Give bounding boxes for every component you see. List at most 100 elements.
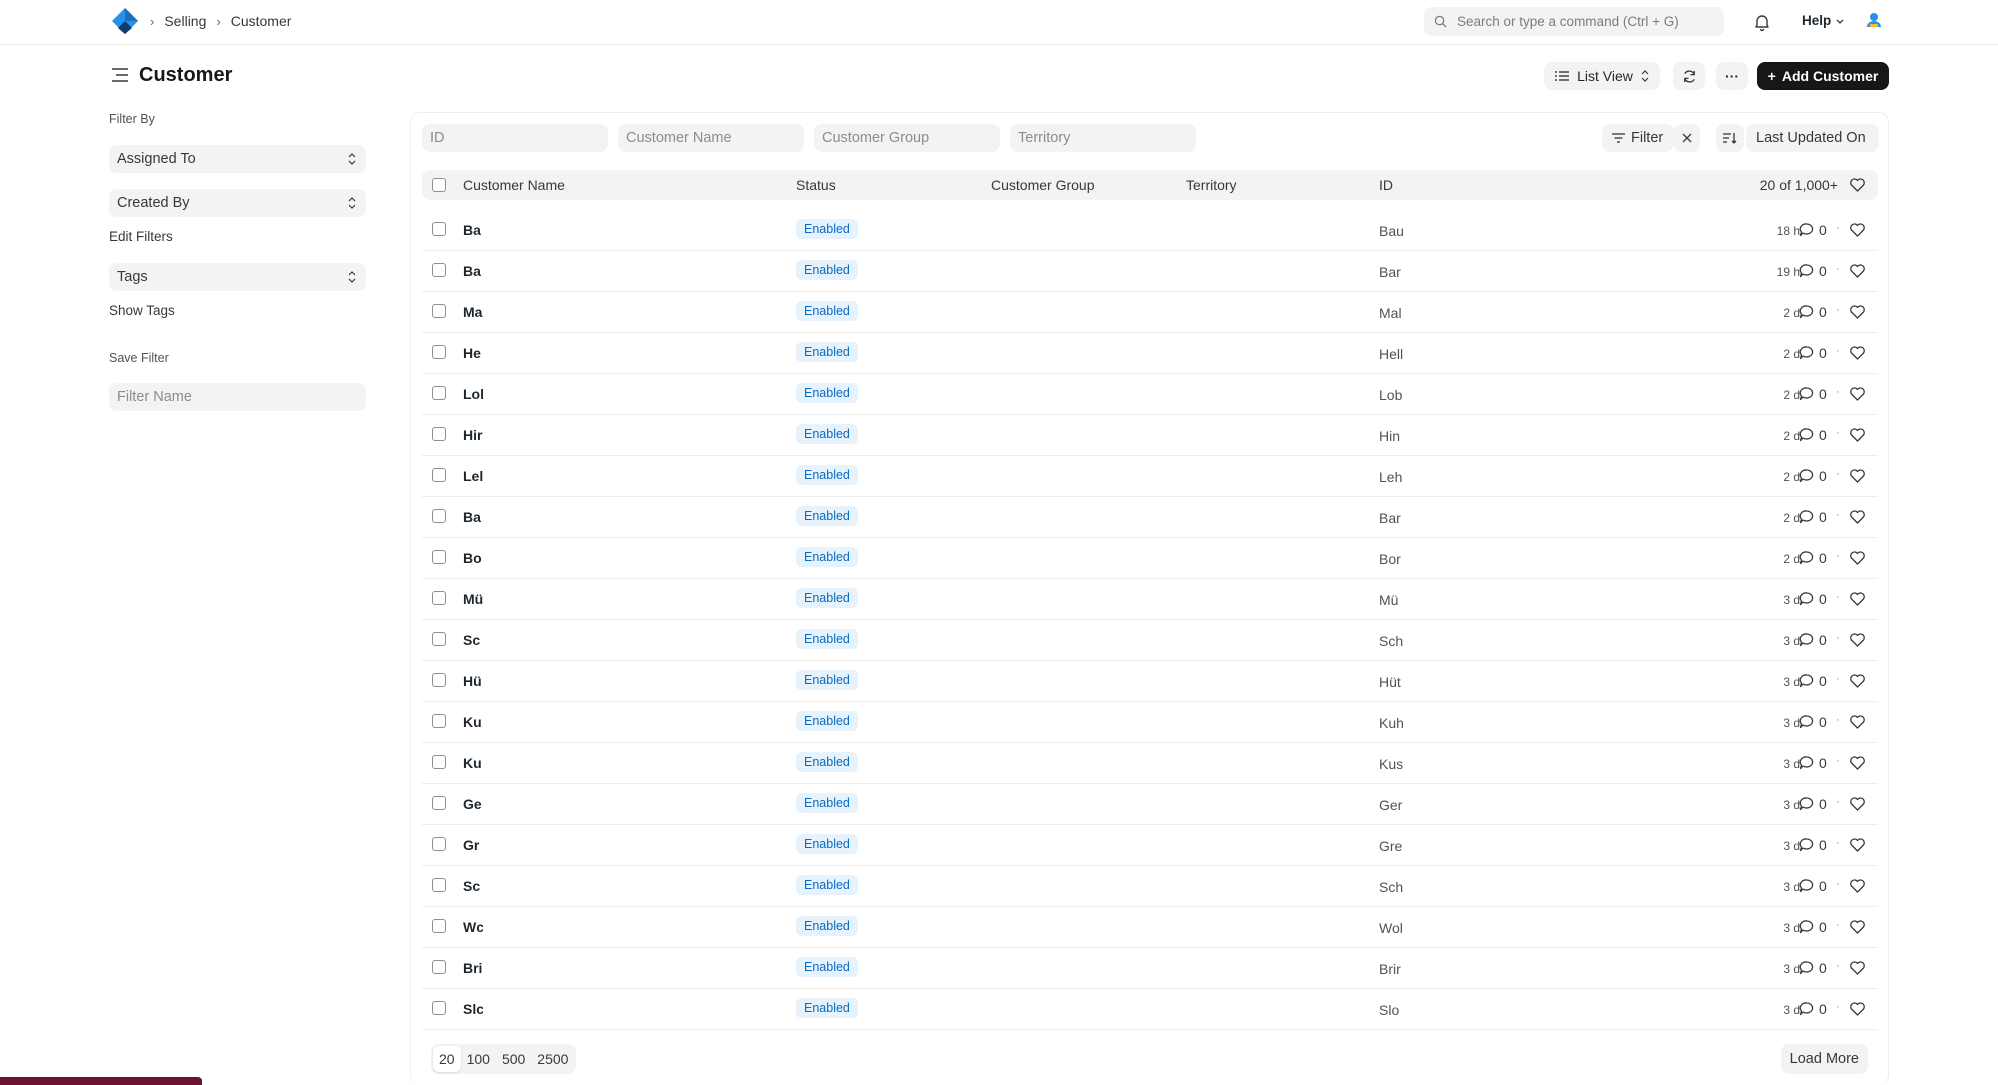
heart-icon[interactable] <box>1849 755 1866 771</box>
row-checkbox[interactable] <box>432 345 446 359</box>
heart-icon[interactable] <box>1849 919 1866 935</box>
customer-name[interactable]: Hir <box>463 427 483 443</box>
heart-icon[interactable] <box>1849 386 1866 402</box>
heart-icon[interactable] <box>1849 632 1866 648</box>
customer-name[interactable]: Lel <box>463 468 483 484</box>
comment-icon[interactable] <box>1799 673 1815 689</box>
table-row[interactable]: Ge Enabled Ger 3 d 0 · <box>422 784 1878 825</box>
customer-name[interactable]: He <box>463 345 483 361</box>
bell-icon[interactable] <box>1752 12 1772 32</box>
table-row[interactable]: Ba Enabled Bar 19 h 0 · <box>422 251 1878 292</box>
table-row[interactable]: Hü Enabled Hüt 3 d 0 · <box>422 661 1878 702</box>
table-row[interactable]: Sc Enabled Sch 3 d 0 · <box>422 866 1878 907</box>
customer-name[interactable]: Ku <box>463 755 483 771</box>
table-row[interactable]: Ba Enabled Bar 2 d 0 · <box>422 497 1878 538</box>
customer-name[interactable]: Sc <box>463 632 483 648</box>
created-by-select[interactable]: Created By <box>109 189 366 217</box>
row-checkbox[interactable] <box>432 263 446 277</box>
comment-icon[interactable] <box>1799 591 1815 607</box>
row-checkbox[interactable] <box>432 386 446 400</box>
list-view-switcher[interactable]: List View <box>1544 62 1660 90</box>
customer-name[interactable]: Mü <box>463 591 483 607</box>
edit-filters-link[interactable]: Edit Filters <box>109 229 173 244</box>
row-checkbox[interactable] <box>432 304 446 318</box>
customer-name[interactable]: Ba <box>463 263 483 279</box>
customer-name[interactable]: Lol <box>463 386 483 402</box>
avatar[interactable] <box>1864 10 1884 30</box>
table-row[interactable]: Hir Enabled Hin 2 d 0 · <box>422 415 1878 456</box>
row-checkbox[interactable] <box>432 427 446 441</box>
table-row[interactable]: Lol Enabled Lob 2 d 0 · <box>422 374 1878 415</box>
comment-icon[interactable] <box>1799 755 1815 771</box>
customer-name[interactable]: Ma <box>463 304 483 320</box>
table-row[interactable]: He Enabled Hell 2 d 0 · <box>422 333 1878 374</box>
comment-icon[interactable] <box>1799 550 1815 566</box>
heart-icon[interactable] <box>1849 837 1866 853</box>
menu-icon[interactable] <box>111 67 129 83</box>
page-size-500[interactable]: 500 <box>496 1046 531 1072</box>
page-size-2500[interactable]: 2500 <box>531 1046 574 1072</box>
breadcrumb-customer[interactable]: Customer <box>231 13 292 29</box>
customer-group-filter-input[interactable]: Customer Group <box>814 124 1000 152</box>
heart-icon[interactable] <box>1849 714 1866 730</box>
comment-icon[interactable] <box>1799 468 1815 484</box>
customer-name[interactable]: Bri <box>463 960 483 976</box>
row-checkbox[interactable] <box>432 509 446 523</box>
sort-order-button[interactable] <box>1716 124 1744 152</box>
row-checkbox[interactable] <box>432 1001 446 1015</box>
heart-icon[interactable] <box>1849 427 1866 443</box>
comment-icon[interactable] <box>1799 222 1815 238</box>
table-row[interactable]: Lel Enabled Leh 2 d 0 · <box>422 456 1878 497</box>
clear-filter-button[interactable] <box>1674 124 1700 152</box>
comment-icon[interactable] <box>1799 386 1815 402</box>
customer-name[interactable]: Ge <box>463 796 483 812</box>
table-row[interactable]: Ku Enabled Kus 3 d 0 · <box>422 743 1878 784</box>
heart-icon[interactable] <box>1849 468 1866 484</box>
table-row[interactable]: Ku Enabled Kuh 3 d 0 · <box>422 702 1878 743</box>
customer-name[interactable]: Ba <box>463 222 483 238</box>
comment-icon[interactable] <box>1799 304 1815 320</box>
page-size-20[interactable]: 20 <box>433 1046 461 1072</box>
row-checkbox[interactable] <box>432 919 446 933</box>
heart-icon[interactable] <box>1849 796 1866 812</box>
customer-name[interactable]: Bo <box>463 550 483 566</box>
row-checkbox[interactable] <box>432 550 446 564</box>
comment-icon[interactable] <box>1799 714 1815 730</box>
heart-icon[interactable] <box>1849 345 1866 361</box>
page-size-100[interactable]: 100 <box>461 1046 496 1072</box>
comment-icon[interactable] <box>1799 263 1815 279</box>
row-checkbox[interactable] <box>432 714 446 728</box>
heart-icon[interactable] <box>1849 509 1866 525</box>
row-checkbox[interactable] <box>432 755 446 769</box>
show-tags-link[interactable]: Show Tags <box>109 303 175 318</box>
table-row[interactable]: Ba Enabled Bau 18 h 0 · <box>422 210 1878 251</box>
help-dropdown[interactable]: Help <box>1802 13 1845 28</box>
comment-icon[interactable] <box>1799 427 1815 443</box>
customer-name[interactable]: Ba <box>463 509 483 525</box>
customer-name[interactable]: Sc <box>463 878 483 894</box>
row-checkbox[interactable] <box>432 960 446 974</box>
heart-icon[interactable] <box>1849 177 1866 193</box>
comment-icon[interactable] <box>1799 345 1815 361</box>
territory-filter-input[interactable]: Territory <box>1010 124 1196 152</box>
comment-icon[interactable] <box>1799 919 1815 935</box>
app-logo-icon[interactable] <box>110 6 140 36</box>
table-row[interactable]: Ma Enabled Mal 2 d 0 · <box>422 292 1878 333</box>
tags-select[interactable]: Tags <box>109 263 366 291</box>
heart-icon[interactable] <box>1849 960 1866 976</box>
table-row[interactable]: Mü Enabled Mü 3 d 0 · <box>422 579 1878 620</box>
row-checkbox[interactable] <box>432 632 446 646</box>
heart-icon[interactable] <box>1849 550 1866 566</box>
row-checkbox[interactable] <box>432 878 446 892</box>
load-more-button[interactable]: Load More <box>1780 1044 1868 1074</box>
filter-button[interactable]: Filter <box>1602 124 1674 152</box>
customer-name[interactable]: Hü <box>463 673 483 689</box>
heart-icon[interactable] <box>1849 878 1866 894</box>
table-row[interactable]: Slc Enabled Slo 3 d 0 · <box>422 989 1878 1030</box>
refresh-button[interactable] <box>1673 62 1705 90</box>
heart-icon[interactable] <box>1849 591 1866 607</box>
comment-icon[interactable] <box>1799 1001 1815 1017</box>
row-checkbox[interactable] <box>432 468 446 482</box>
heart-icon[interactable] <box>1849 304 1866 320</box>
comment-icon[interactable] <box>1799 632 1815 648</box>
